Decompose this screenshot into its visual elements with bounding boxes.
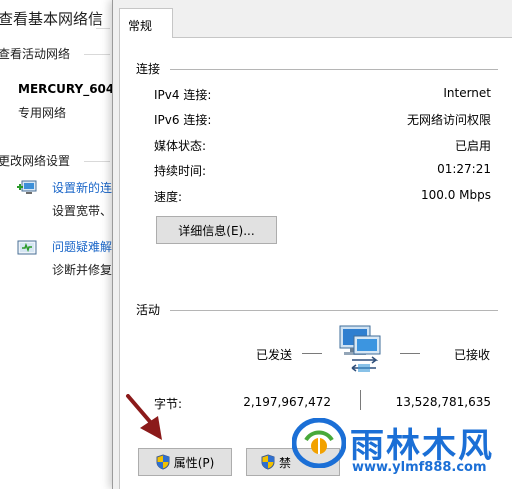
section-divider: [84, 161, 110, 162]
bytes-received-value: 13,528,781,635: [395, 395, 491, 409]
received-dash: [400, 353, 420, 354]
ipv6-value: 无网络访问权限: [406, 113, 491, 127]
properties-button-label: 属性(P): [173, 455, 215, 470]
title-divider: [96, 28, 110, 29]
details-button[interactable]: 详细信息(E)...: [156, 216, 277, 244]
speed-label: 速度:: [154, 190, 183, 204]
disable-button-label: 禁: [279, 455, 292, 470]
watermark-logo-icon: [292, 418, 346, 468]
sent-label: 已发送: [256, 348, 293, 362]
group-divider: [170, 310, 498, 311]
speed-value: 100.0 Mbps: [420, 188, 491, 202]
uac-shield-icon: [261, 454, 275, 470]
activity-group-title: 活动: [136, 303, 161, 317]
change-settings-label: 更改网络设置: [0, 154, 71, 168]
troubleshoot-link[interactable]: 问题疑难解: [52, 238, 112, 255]
ipv6-label: IPv6 连接:: [154, 113, 212, 127]
group-divider: [170, 69, 498, 70]
setup-description: 设置宽带、: [52, 204, 113, 218]
sent-dash: [302, 353, 322, 354]
received-label: 已接收: [454, 348, 491, 362]
active-networks-label: 查看活动网络: [0, 47, 71, 61]
bytes-sent-value: 2,197,967,472: [243, 395, 331, 409]
details-button-label: 详细信息(E)...: [178, 223, 255, 238]
ethernet-status-dialog: 常规 连接 IPv4 连接: Internet IPv6 连接: 无网络访问权限…: [112, 0, 512, 489]
section-divider: [84, 54, 110, 55]
media-state-label: 媒体状态:: [154, 139, 207, 153]
network-name: MERCURY_604: [18, 82, 115, 96]
network-type: 专用网络: [18, 106, 67, 120]
ipv4-value: Internet: [443, 86, 491, 100]
connection-group-title: 连接: [136, 62, 161, 76]
bytes-separator: [360, 390, 361, 410]
network-activity-icon: [339, 325, 381, 372]
watermark-url: www.ylmf888.com: [352, 460, 487, 475]
network-setup-icon: [17, 180, 37, 194]
media-state-value: 已启用: [454, 139, 491, 153]
ipv4-label: IPv4 连接:: [154, 88, 212, 102]
page-title: 查看基本网络信: [0, 10, 104, 28]
duration-label: 持续时间:: [154, 164, 207, 178]
uac-shield-icon: [156, 454, 170, 470]
duration-value: 01:27:21: [437, 162, 491, 176]
tab-general[interactable]: 常规: [119, 8, 173, 38]
troubleshoot-description: 诊断并修复: [52, 263, 113, 277]
setup-new-connection-link[interactable]: 设置新的连: [52, 179, 112, 196]
troubleshoot-icon: [17, 240, 37, 255]
annotation-arrow-icon: [126, 394, 162, 440]
properties-button[interactable]: 属性(P): [138, 448, 232, 476]
